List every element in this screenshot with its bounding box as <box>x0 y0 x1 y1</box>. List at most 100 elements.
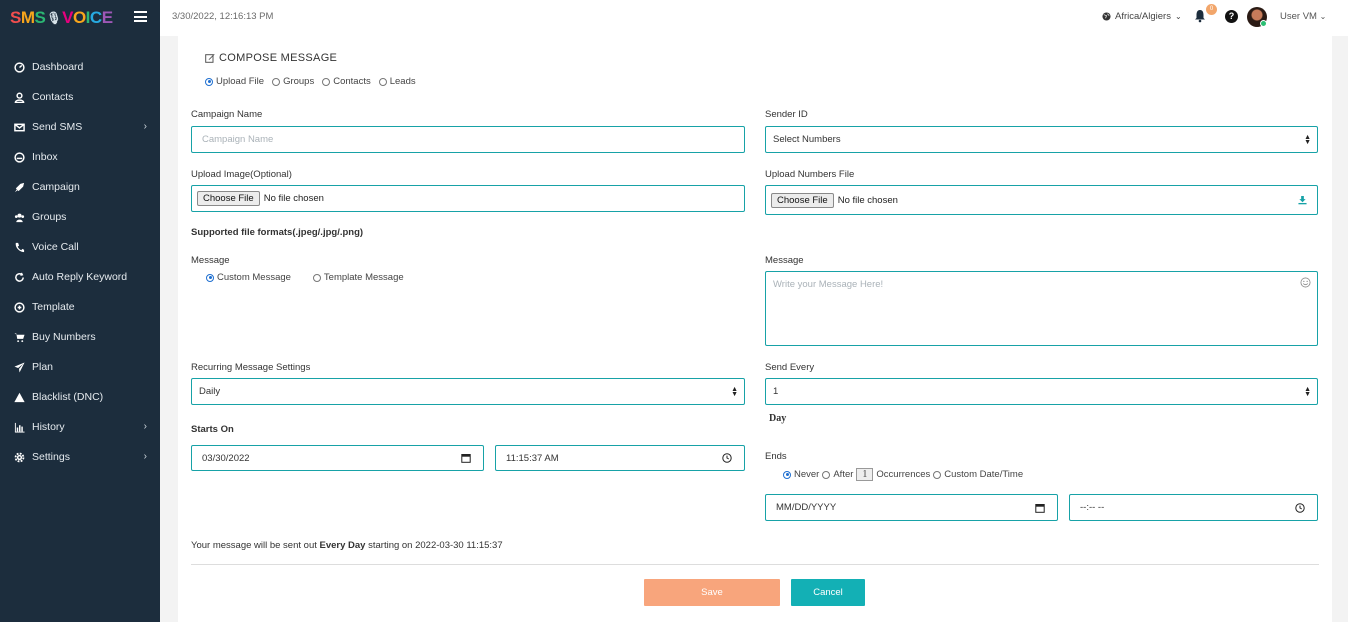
phone-icon <box>13 241 25 253</box>
chevron-right-icon: › <box>143 421 147 432</box>
bell-icon[interactable] <box>1193 9 1207 23</box>
rocket-icon <box>13 181 25 193</box>
send-every-label: Send Every <box>765 362 815 373</box>
send-every-unit: Day <box>769 413 787 424</box>
sender-id-label: Sender ID <box>765 109 808 120</box>
clock-icon[interactable] <box>1295 502 1305 513</box>
sidebar-item-campaign[interactable]: Campaign <box>0 172 160 202</box>
message-type-label: Message <box>191 255 230 266</box>
recurring-settings-label: Recurring Message Settings <box>191 362 311 373</box>
user-menu[interactable]: User VM ⌄ <box>1280 11 1326 22</box>
app-logo[interactable]: S M S 🎙 V O I C E <box>10 8 113 28</box>
source-radio-group: Upload File Groups Contacts Leads <box>205 76 424 87</box>
message-textarea[interactable]: Write your Message Here! <box>765 271 1318 346</box>
sidebar-item-groups[interactable]: Groups <box>0 202 160 232</box>
sidebar-item-voice-call[interactable]: Voice Call <box>0 232 160 262</box>
sidebar-item-template[interactable]: Template <box>0 292 160 322</box>
message-type-radio-group: Custom Message Template Message <box>206 272 412 283</box>
upload-numbers-label: Upload Numbers File <box>765 169 855 180</box>
calendar-icon[interactable] <box>461 453 471 463</box>
help-icon[interactable]: ? <box>1225 10 1238 23</box>
cancel-button[interactable]: Cancel <box>791 579 865 606</box>
occurrences-input[interactable]: 1 <box>856 468 874 481</box>
radio-upload-file[interactable]: Upload File <box>205 76 264 87</box>
campaign-name-input[interactable]: Campaign Name <box>191 126 745 153</box>
divider <box>191 564 1319 565</box>
choose-file-button[interactable]: Choose File <box>771 192 834 208</box>
chevron-right-icon: › <box>143 121 147 132</box>
radio-contacts[interactable]: Contacts <box>322 76 371 87</box>
upload-numbers-input[interactable]: Choose File No file chosen <box>765 185 1318 215</box>
compose-panel: COMPOSE MESSAGE Upload File Groups Conta… <box>178 36 1332 622</box>
radio-custom-message[interactable]: Custom Message <box>206 272 291 283</box>
end-date-input[interactable]: MM/DD/YYYY <box>765 494 1058 521</box>
bar-chart-icon <box>13 421 25 433</box>
current-datetime: 3/30/2022, 12:16:13 PM <box>172 11 274 22</box>
sidebar: S M S 🎙 V O I C E Dashboard Contacts Send SMS › … <box>0 0 160 622</box>
calendar-icon[interactable] <box>1035 503 1045 513</box>
select-arrows-icon: ▲ ▼ <box>1304 385 1311 398</box>
sidebar-item-send-sms[interactable]: Send SMS › <box>0 112 160 142</box>
chevron-down-icon: ⌄ <box>1174 12 1182 21</box>
edit-icon <box>205 54 215 63</box>
sidebar-item-blacklist[interactable]: Blacklist (DNC) <box>0 382 160 412</box>
globe-icon <box>1102 12 1111 21</box>
gear-icon <box>13 451 25 463</box>
sidebar-item-dashboard[interactable]: Dashboard <box>0 52 160 82</box>
download-icon[interactable] <box>1298 195 1307 205</box>
campaign-name-label: Campaign Name <box>191 109 263 120</box>
radio-template-message[interactable]: Template Message <box>312 272 404 283</box>
sidebar-nav: Dashboard Contacts Send SMS › Inbox Camp… <box>0 52 160 472</box>
sidebar-item-auto-reply-keyword[interactable]: Auto Reply Keyword <box>0 262 160 292</box>
save-button[interactable]: Save <box>644 579 780 606</box>
supported-formats-text: Supported file formats(.jpeg/.jpg/.png) <box>191 227 364 238</box>
paper-plane-icon <box>13 361 25 373</box>
start-time-input[interactable]: 11:15:37 AM <box>495 445 745 471</box>
upload-image-input[interactable]: Choose File No file chosen <box>191 185 745 212</box>
select-arrows-icon: ▲ ▼ <box>731 385 738 398</box>
start-date-input[interactable]: 03/30/2022 <box>191 445 484 471</box>
microphone-icon: 🎙 <box>46 11 62 25</box>
warning-icon <box>13 391 25 403</box>
radio-ends-never[interactable]: Never <box>783 469 819 480</box>
choose-file-button[interactable]: Choose File <box>197 191 260 206</box>
sidebar-item-plan[interactable]: Plan <box>0 352 160 382</box>
sidebar-item-history[interactable]: History › <box>0 412 160 442</box>
dashboard-icon <box>13 61 25 73</box>
timezone-selector[interactable]: Africa/Algiers ⌄ <box>1102 11 1182 22</box>
notification-badge: 0 <box>1206 4 1217 15</box>
inbox-icon <box>13 151 25 163</box>
top-header: 3/30/2022, 12:16:13 PM Africa/Algiers ⌄ … <box>160 0 1348 36</box>
starts-on-label: Starts On <box>191 424 234 435</box>
radio-ends-after[interactable]: After <box>822 469 853 480</box>
ends-radio-group: Never After 1 Occurrences Custom Date/Ti… <box>783 468 1031 481</box>
schedule-summary: Your message will be sent out Every Day … <box>191 540 503 551</box>
recurring-select[interactable]: Daily ▲ ▼ <box>191 378 745 405</box>
sidebar-item-buy-numbers[interactable]: Buy Numbers <box>0 322 160 352</box>
radio-ends-custom[interactable]: Custom Date/Time <box>933 469 1023 480</box>
page-title: COMPOSE MESSAGE <box>205 52 337 64</box>
chevron-right-icon: › <box>143 451 147 462</box>
hamburger-menu-icon[interactable] <box>134 11 147 22</box>
upload-image-label: Upload Image(Optional) <box>191 169 292 180</box>
chevron-down-icon: ⌄ <box>1319 12 1327 21</box>
end-time-input[interactable]: --:-- -- <box>1069 494 1318 521</box>
sidebar-item-settings[interactable]: Settings › <box>0 442 160 472</box>
sidebar-item-inbox[interactable]: Inbox <box>0 142 160 172</box>
users-icon <box>13 211 25 223</box>
send-every-select[interactable]: 1 ▲ ▼ <box>765 378 1318 405</box>
radio-groups[interactable]: Groups <box>272 76 314 87</box>
sidebar-item-contacts[interactable]: Contacts <box>0 82 160 112</box>
envelope-icon <box>13 121 25 133</box>
refresh-icon <box>13 271 25 283</box>
online-status-dot <box>1260 20 1267 27</box>
radio-leads[interactable]: Leads <box>378 76 416 87</box>
clock-icon[interactable] <box>722 453 732 463</box>
emoji-icon[interactable] <box>1300 277 1311 288</box>
user-icon <box>13 91 25 103</box>
sender-id-select[interactable]: Select Numbers ▲ ▼ <box>765 126 1318 153</box>
message-label: Message <box>765 255 804 266</box>
template-icon <box>13 301 25 313</box>
cart-icon <box>13 331 25 343</box>
select-arrows-icon: ▲ ▼ <box>1304 133 1311 146</box>
